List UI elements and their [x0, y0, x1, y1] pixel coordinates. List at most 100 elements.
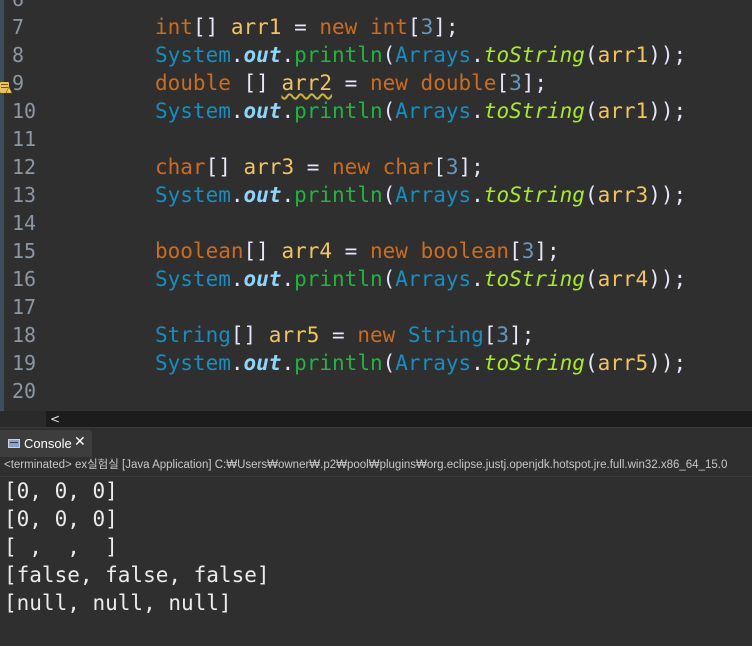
code-token: println: [294, 99, 383, 123]
code-token: System: [155, 183, 231, 207]
code-token: char: [155, 155, 206, 179]
line-number: 9: [12, 71, 25, 95]
code-token: =: [332, 239, 370, 263]
code-token: ];: [509, 323, 535, 347]
code-token: int: [155, 15, 193, 39]
code-token: []: [230, 323, 269, 347]
code-token: .: [281, 267, 295, 291]
code-token: 3: [420, 15, 434, 39]
code-line: 6: [0, 0, 752, 13]
code-token: .: [230, 183, 244, 207]
code-token: []: [243, 239, 282, 263]
code-token: (: [382, 43, 396, 67]
line-number: 11: [12, 127, 37, 151]
code-token: (: [584, 99, 598, 123]
code-token: 3: [445, 155, 459, 179]
code-token: println: [294, 267, 383, 291]
code-token: arr1: [230, 15, 282, 39]
line-number: 19: [12, 351, 37, 375]
console-status-line: <terminated> ex실험실 [Java Application] C:…: [0, 457, 752, 476]
code-token: toString: [483, 351, 585, 375]
code-text: double [] arr2 = new double[3];: [155, 69, 547, 97]
code-token: ));: [648, 267, 687, 291]
code-token: (: [584, 351, 598, 375]
code-text: char[] arr3 = new char[3];: [155, 153, 484, 181]
code-line: 7 int[] arr1 = new int[3];: [0, 13, 752, 41]
code-token: out: [243, 267, 282, 291]
code-token: (: [382, 267, 396, 291]
code-token: .: [471, 351, 484, 375]
code-token: .: [471, 43, 484, 67]
code-line: 20: [0, 377, 752, 405]
code-token: ));: [648, 43, 687, 67]
code-token: .: [471, 183, 484, 207]
code-text: int[] arr1 = new int[3];: [155, 13, 459, 41]
code-text: System.out.println(Arrays.toString(arr1)…: [155, 41, 686, 69]
code-token: [: [509, 239, 522, 263]
warning-lightbulb-icon[interactable]: [0, 82, 13, 94]
code-line: 19 System.out.println(Arrays.toString(arr…: [0, 349, 752, 377]
code-token: Arrays: [395, 43, 472, 67]
code-token: ];: [433, 15, 459, 39]
code-token: System: [155, 351, 231, 375]
code-token: 3: [509, 71, 522, 95]
close-icon[interactable]: ✕: [74, 434, 86, 450]
code-token: new: [319, 15, 358, 39]
line-number: 8: [12, 43, 25, 67]
code-token: .: [281, 183, 295, 207]
code-token: .: [281, 99, 295, 123]
code-token: arr1: [597, 99, 649, 123]
scroll-left-icon[interactable]: <: [50, 412, 60, 426]
code-text: System.out.println(Arrays.toString(arr1)…: [155, 97, 686, 125]
code-text: System.out.println(Arrays.toString(arr3)…: [155, 181, 686, 209]
code-line: 12 char[] arr3 = new char[3];: [0, 153, 752, 181]
code-token: .: [230, 351, 244, 375]
code-token: (: [382, 99, 396, 123]
code-token: new: [332, 155, 370, 179]
code-token: [: [407, 15, 421, 39]
line-number: 20: [12, 379, 37, 403]
code-editor[interactable]: 67int[] arr1 = new int[3];8System.out.pr…: [0, 0, 752, 411]
code-token: arr4: [281, 239, 333, 263]
code-token: out: [243, 351, 282, 375]
code-token: System: [155, 99, 231, 123]
line-number: 15: [12, 239, 37, 263]
horizontal-scrollbar[interactable]: <: [0, 411, 752, 427]
code-token: 3: [496, 323, 510, 347]
code-token: arr5: [268, 323, 320, 347]
line-number: 10: [12, 99, 37, 123]
code-token: []: [230, 71, 282, 95]
code-token: new: [357, 323, 396, 347]
code-token: (: [382, 183, 396, 207]
line-number: 6: [12, 0, 24, 13]
code-token: Arrays: [395, 351, 472, 375]
code-token: ));: [648, 183, 687, 207]
code-token: System: [155, 267, 231, 291]
code-token: int: [369, 15, 408, 39]
code-token: String: [155, 323, 231, 347]
code-token: (: [584, 43, 598, 67]
code-token: =: [332, 71, 370, 95]
code-token: .: [230, 267, 244, 291]
code-token: System: [155, 43, 231, 67]
console-tab-bar: Console ✕: [0, 427, 752, 458]
code-token: out: [243, 43, 282, 67]
code-token: [: [496, 71, 510, 95]
code-token: ];: [521, 71, 548, 95]
console-output-line: [false, false, false]: [4, 563, 270, 587]
code-token: println: [294, 43, 383, 67]
code-token: boolean: [155, 239, 244, 263]
code-line: 10 System.out.println(Arrays.toString(arr…: [0, 97, 752, 125]
code-token: println: [294, 351, 383, 375]
code-token: ));: [648, 351, 687, 375]
console-output-line: [null, null, null]: [4, 591, 232, 615]
console-tab-label: Console: [24, 436, 72, 451]
tab-console[interactable]: Console ✕: [0, 430, 92, 458]
scrollbar-track[interactable]: [46, 411, 752, 427]
code-token: .: [281, 43, 295, 67]
console-output-line: [0, 0, 0]: [4, 507, 118, 531]
line-number: 13: [12, 183, 37, 207]
console-output[interactable]: [0, 0, 0] [0, 0, 0] [ , , ] [false, false, …: [0, 476, 752, 646]
